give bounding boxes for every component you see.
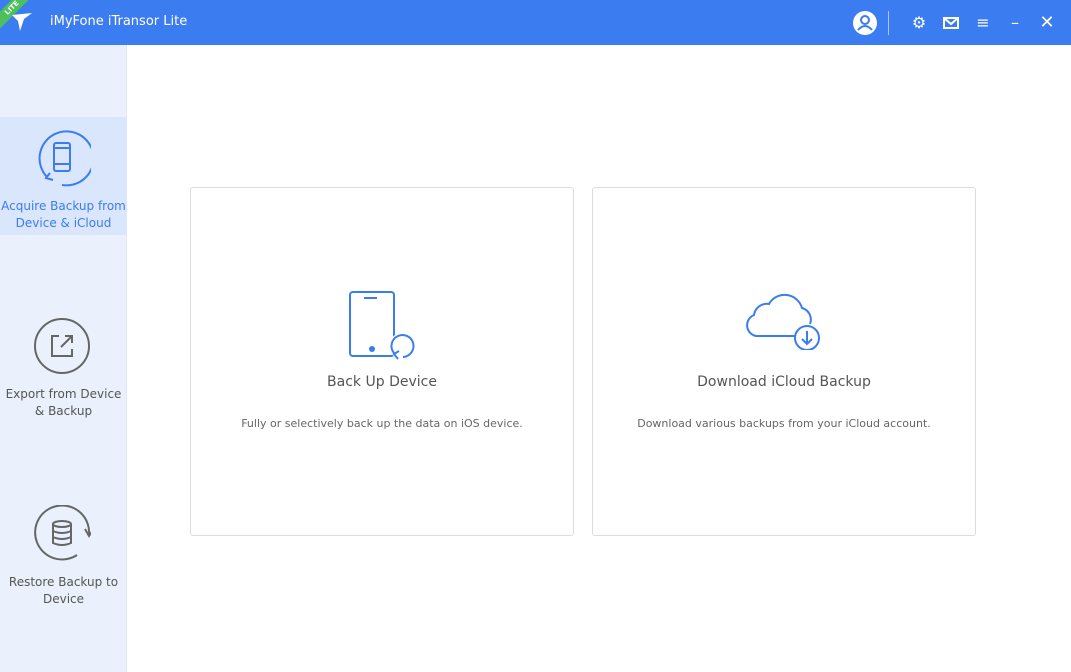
back-up-device-card[interactable]: Back Up Device Fully or selectively back… [190, 187, 574, 536]
export-icon [34, 318, 90, 374]
phone-backup-icon [349, 291, 415, 360]
mail-icon[interactable] [935, 16, 967, 29]
card-description: Download various backups from your iClou… [637, 417, 931, 430]
settings-icon[interactable]: ⚙ [903, 13, 935, 32]
app-title: iMyFone iTransor Lite [50, 14, 188, 29]
sidebar-item-label: Acquire Backup from Device & iCloud [1, 199, 126, 230]
card-title: Download iCloud Backup [697, 374, 871, 390]
card-title: Back Up Device [327, 374, 437, 390]
divider [888, 10, 889, 35]
account-icon[interactable] [852, 10, 878, 36]
app-logo-icon [12, 13, 32, 31]
download-icloud-backup-card[interactable]: Download iCloud Backup Download various … [592, 187, 976, 536]
sidebar-item-export[interactable]: Export from Device & Backup [0, 305, 127, 423]
sidebar: Acquire Backup from Device & iCloud Expo… [0, 45, 127, 672]
close-icon[interactable]: ✕ [1031, 12, 1071, 33]
sidebar-item-restore[interactable]: Restore Backup to Device [0, 493, 127, 611]
sidebar-item-acquire-backup[interactable]: Acquire Backup from Device & iCloud [0, 117, 127, 235]
cloud-download-icon [746, 293, 820, 350]
minimize-icon[interactable]: – [999, 13, 1031, 32]
title-bar: LITE iMyFone iTransor Lite ⚙ ≡ – ✕ [0, 0, 1071, 45]
database-restore-icon [34, 505, 91, 561]
card-description: Fully or selectively back up the data on… [241, 417, 523, 430]
sidebar-item-label: Export from Device & Backup [5, 387, 122, 418]
menu-icon[interactable]: ≡ [967, 13, 999, 32]
sidebar-item-label: Restore Backup to Device [8, 575, 119, 606]
phone-sync-icon [38, 130, 91, 187]
